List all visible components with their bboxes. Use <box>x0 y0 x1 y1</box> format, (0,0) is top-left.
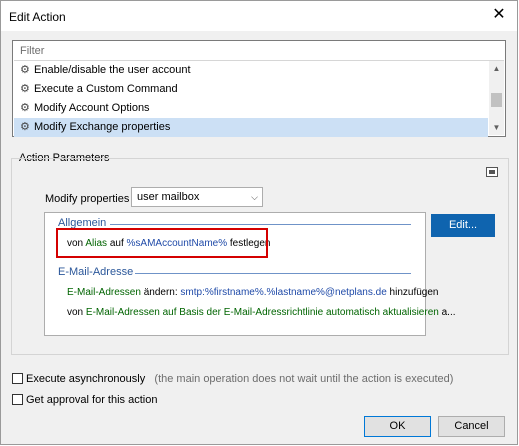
text-part: von <box>67 307 86 318</box>
property-name: E-Mail-Adressen <box>67 287 141 298</box>
gear-icon: ⚙ <box>20 102 30 114</box>
text-part: a... <box>438 307 456 318</box>
list-item[interactable]: ⚙ Modify Account Options <box>14 99 488 118</box>
list-item-selected[interactable]: ⚙ Modify Exchange properties <box>14 118 488 137</box>
section-divider <box>135 273 411 274</box>
list-item[interactable]: ⚙ Enable/disable the user account <box>14 61 488 80</box>
ok-button[interactable]: OK <box>364 416 431 437</box>
edit-action-dialog: Edit Action ✕ Filter ⚙ Enable/disable the… <box>0 0 518 445</box>
filter-input[interactable]: Filter <box>14 42 504 61</box>
text-part: ändern: <box>140 287 181 298</box>
close-icon[interactable]: ✕ <box>491 6 507 24</box>
modify-properties-select[interactable]: user mailbox ⌵ <box>131 187 263 207</box>
property-name: E-Mail-Adressen auf Basis der E-Mail-Adr… <box>85 307 439 318</box>
edit-button[interactable]: Edit... <box>431 214 495 237</box>
scroll-up-icon[interactable]: ▲ <box>489 61 504 76</box>
async-hint: (the main operation does not wait until … <box>154 373 454 385</box>
list-item-label: Enable/disable the user account <box>34 64 191 76</box>
title-bar: Edit Action ✕ <box>1 1 517 31</box>
async-text: Execute asynchronously <box>26 373 146 385</box>
scroll-thumb[interactable] <box>491 93 502 107</box>
select-value: user mailbox <box>137 191 200 203</box>
async-checkbox[interactable] <box>12 373 23 384</box>
window-title: Edit Action <box>9 10 66 24</box>
cancel-button[interactable]: Cancel <box>438 416 505 437</box>
property-value: smtp:%firstname%.%lastname%@netplans.de <box>180 287 387 298</box>
action-list-items: ⚙ Enable/disable the user account ⚙ Execut… <box>14 61 488 137</box>
gear-icon: ⚙ <box>20 64 30 76</box>
modify-properties-label: Modify properties of <box>45 193 142 205</box>
property-line-email-policy[interactable]: von E-Mail-Adressen auf Basis der E-Mail… <box>67 307 456 318</box>
list-item-label: Modify Account Options <box>34 102 150 114</box>
section-divider <box>110 224 411 225</box>
highlight-box <box>56 228 268 258</box>
approval-checkbox[interactable] <box>12 394 23 405</box>
chevron-down-icon: ⌵ <box>251 192 258 202</box>
property-line-email-add[interactable]: E-Mail-Adressen ändern: smtp:%firstname%… <box>67 287 438 298</box>
list-item[interactable]: ⚙ Execute a Custom Command <box>14 80 488 99</box>
gear-icon: ⚙ <box>20 83 30 95</box>
list-item-label: Execute a Custom Command <box>34 83 178 95</box>
list-item-label: Modify Exchange properties <box>34 121 171 133</box>
async-label: Execute asynchronously (the main operati… <box>26 373 453 385</box>
gear-icon: ⚙ <box>20 121 30 133</box>
section-title-email: E-Mail-Adresse <box>58 266 134 278</box>
preview-icon[interactable] <box>486 167 498 177</box>
action-list[interactable]: Filter ⚙ Enable/disable the user account … <box>12 40 506 137</box>
scroll-down-icon[interactable]: ▼ <box>489 120 504 135</box>
text-part: hinzufügen <box>386 287 439 298</box>
approval-label: Get approval for this action <box>26 394 158 406</box>
list-scrollbar[interactable]: ▲ ▼ <box>489 61 504 135</box>
